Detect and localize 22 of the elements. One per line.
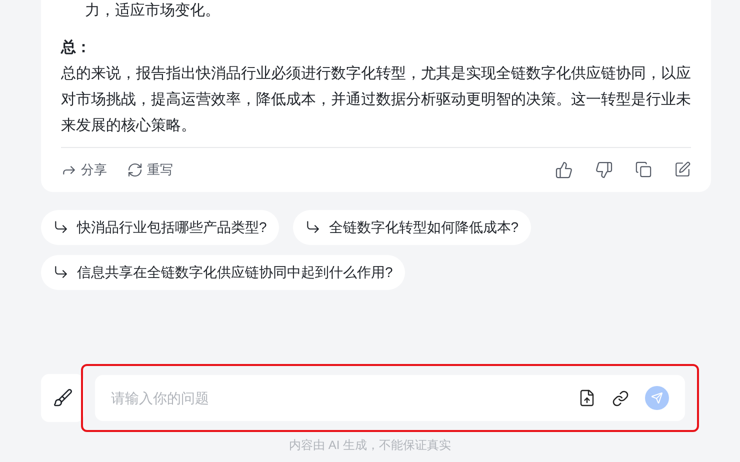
rewrite-button[interactable]: 重写	[127, 160, 173, 180]
edit-icon[interactable]	[674, 161, 691, 178]
clear-button[interactable]	[41, 374, 84, 422]
link-icon[interactable]	[612, 390, 629, 406]
share-button[interactable]: 分享	[61, 160, 107, 180]
question-input[interactable]: 请输入你的问题	[95, 375, 685, 421]
suggestion-chip[interactable]: 快消品行业包括哪些产品类型?	[41, 210, 279, 244]
refresh-icon	[127, 162, 143, 178]
disclaimer-text: 内容由 AI 生成，不能保证真实	[288, 437, 452, 454]
summary-heading: 总：	[61, 38, 92, 58]
arrow-icon	[53, 264, 69, 280]
arrow-icon	[304, 219, 321, 235]
summary-paragraph: 总的来说，报告指出快消品行业必须进行数字化转型，尤其是实现全链数字化供应链协同，以应对市场挑战，提高运营效率，降低成本，并通过数据分析驱动更明智的决策。这一转型是行业未来发展的核心策略。	[61, 64, 691, 136]
suggestion-chip[interactable]: 信息共享在全链数字化供应链协同中起到什么作用?	[41, 254, 405, 290]
suggestion-chip[interactable]: 全链数字化转型如何降低成本?	[292, 210, 531, 244]
copy-icon[interactable]	[635, 161, 652, 178]
thumbs-down-icon[interactable]	[595, 160, 613, 179]
list-item-text: 力，适应市场变化。	[84, 1, 221, 21]
arrow-icon	[53, 219, 69, 235]
thumbs-up-icon[interactable]	[555, 160, 573, 179]
send-icon	[651, 392, 663, 404]
upload-icon[interactable]	[578, 389, 596, 407]
